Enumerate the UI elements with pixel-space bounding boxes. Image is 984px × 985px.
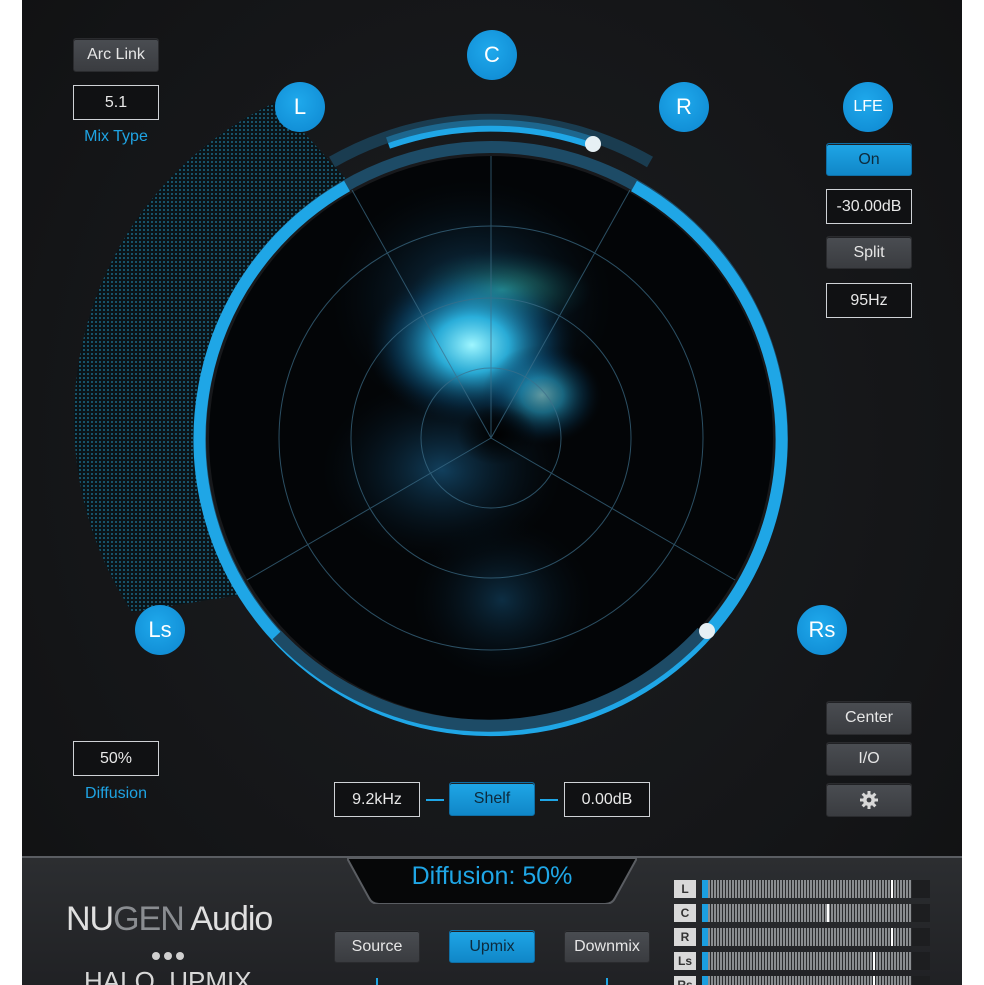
meter-label-c: C bbox=[674, 904, 696, 922]
mix-type-caption: Mix Type bbox=[84, 128, 148, 145]
meter-peak bbox=[891, 880, 893, 898]
lfe-on-button[interactable]: On bbox=[826, 143, 912, 176]
diffusion-field[interactable]: 50% bbox=[73, 741, 159, 776]
meter-peak bbox=[873, 952, 875, 970]
meter-unlit bbox=[912, 880, 930, 898]
mode-tick-right bbox=[606, 978, 608, 985]
bottom-strip: Diffusion: 50% NUGEN Audio HALO UPMIX So… bbox=[22, 856, 962, 985]
mix-type-field[interactable]: 5.1 bbox=[73, 85, 159, 120]
brand-logo: NUGEN Audio bbox=[66, 900, 273, 938]
meter-fill bbox=[702, 928, 708, 946]
settings-button[interactable] bbox=[826, 783, 912, 817]
meter-fill bbox=[702, 952, 708, 970]
meter-bar-c bbox=[702, 904, 930, 922]
rear-arc-handle bbox=[699, 623, 715, 639]
meter-bar-rs bbox=[702, 976, 930, 985]
gear-icon bbox=[860, 791, 878, 809]
shelf-connector-left bbox=[426, 799, 444, 801]
lfe-frequency-field[interactable]: 95Hz bbox=[826, 283, 912, 318]
meter-label-rs: Rs bbox=[674, 976, 696, 985]
upmix-mode-button[interactable]: Upmix bbox=[449, 930, 535, 963]
meter-unlit bbox=[912, 904, 930, 922]
meter-bar-ls bbox=[702, 952, 930, 970]
diffusion-caption: Diffusion bbox=[85, 785, 147, 802]
speaker-l[interactable]: L bbox=[275, 82, 325, 132]
speaker-r[interactable]: R bbox=[659, 82, 709, 132]
meter-peak bbox=[827, 904, 829, 922]
speaker-rs[interactable]: Rs bbox=[797, 605, 847, 655]
center-button[interactable]: Center bbox=[826, 701, 912, 735]
shelf-frequency-field[interactable]: 9.2kHz bbox=[334, 782, 420, 817]
front-arc-handle bbox=[585, 136, 601, 152]
meter-fill bbox=[702, 880, 708, 898]
plugin-panel: Arc Link 5.1 Mix Type C L R Ls Rs LFE On… bbox=[22, 0, 962, 985]
mix-type-value: 5.1 bbox=[104, 93, 128, 111]
meter-label-r: R bbox=[674, 928, 696, 946]
shelf-gain-field[interactable]: 0.00dB bbox=[564, 782, 650, 817]
brand-dots bbox=[152, 947, 184, 965]
meter-peak bbox=[891, 928, 893, 946]
meter-bar-r bbox=[702, 928, 930, 946]
lfe-gain-field[interactable]: -30.00dB bbox=[826, 189, 912, 224]
meter-fill bbox=[702, 904, 708, 922]
speaker-lfe[interactable]: LFE bbox=[843, 82, 893, 132]
source-mode-button[interactable]: Source bbox=[334, 930, 420, 963]
speaker-ls[interactable]: Ls bbox=[135, 605, 185, 655]
meter-peak bbox=[873, 976, 875, 985]
split-button[interactable]: Split bbox=[826, 236, 912, 269]
io-button[interactable]: I/O bbox=[826, 742, 912, 776]
arc-link-label: Arc Link bbox=[87, 46, 145, 63]
meter-unlit bbox=[912, 928, 930, 946]
meter-label-ls: Ls bbox=[674, 952, 696, 970]
diffusion-readout: Diffusion: 50% bbox=[411, 862, 573, 890]
meter-fill bbox=[702, 976, 708, 985]
mode-tick-left bbox=[376, 978, 378, 985]
meter-label-l: L bbox=[674, 880, 696, 898]
shelf-connector-right bbox=[540, 799, 558, 801]
downmix-mode-button[interactable]: Downmix bbox=[564, 930, 650, 963]
product-name: HALO UPMIX bbox=[84, 966, 252, 985]
speaker-c[interactable]: C bbox=[467, 30, 517, 80]
meter-bar-l bbox=[702, 880, 930, 898]
arc-link-button[interactable]: Arc Link bbox=[73, 38, 159, 72]
shelf-button[interactable]: Shelf bbox=[449, 782, 535, 816]
meter-unlit bbox=[912, 976, 930, 985]
meter-unlit bbox=[912, 952, 930, 970]
